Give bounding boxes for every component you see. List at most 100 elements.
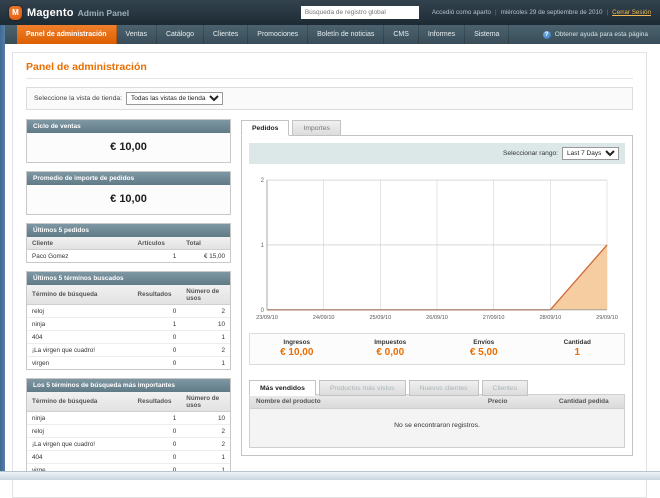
chart-tabs: Pedidos Importes: [241, 119, 633, 136]
nav-item-ventas[interactable]: Ventas: [117, 25, 157, 44]
table-row[interactable]: reloj 0 2: [27, 304, 230, 318]
table-row[interactable]: Paco Gomez 1 € 15,00: [27, 250, 230, 263]
cell-uses: 1: [221, 359, 225, 367]
range-label: Seleccionar rango:: [503, 150, 558, 157]
title-divider: [26, 78, 633, 79]
total-ingresos: Ingresos € 10,00: [250, 339, 344, 358]
table-row[interactable]: 404 0 1: [27, 330, 230, 344]
table-row[interactable]: 404 0 1: [27, 450, 230, 464]
store-view-label: Seleccione la vista de tienda:: [34, 95, 123, 102]
cell-term: ¡La virgen que cuadro!: [27, 343, 133, 357]
cell-uses: 1: [181, 450, 230, 464]
nav-item-dashboard[interactable]: Panel de administración: [17, 25, 117, 44]
last-orders-title: Últimos 5 pedidos: [27, 224, 230, 237]
cell-results: 0: [132, 304, 182, 318]
totals-bar: Ingresos € 10,00 Impuestos € 0,00 Envíos…: [249, 333, 625, 365]
cell-uses: 1: [181, 330, 230, 344]
store-view-select[interactable]: Todas las vistas de tienda: [126, 92, 224, 105]
window-bottom-bar: [0, 471, 660, 480]
nav-item-catalogo[interactable]: Catálogo: [157, 25, 204, 44]
grid-header-row: Nombre del producto Precio Cantidad pedi…: [250, 395, 624, 409]
table-row[interactable]: ninja 1 10: [27, 317, 230, 331]
table-row[interactable]: ninja 1 10: [27, 411, 230, 425]
nav-item-cms[interactable]: CMS: [384, 25, 419, 44]
cell-uses: 2: [181, 437, 230, 451]
products-grid: Nombre del producto Precio Cantidad pedi…: [249, 394, 625, 448]
total-value: € 0,00: [376, 347, 405, 358]
cell-results: 0: [132, 424, 182, 438]
tab-mas-vendidos[interactable]: Más vendidos: [249, 380, 316, 396]
table-row[interactable]: reloj 0 2: [27, 424, 230, 438]
total-label: Envíos: [473, 339, 495, 346]
svg-text:2: 2: [261, 178, 265, 184]
cell-uses: 2: [181, 424, 230, 438]
last-orders-box: Últimos 5 pedidos Cliente Artículos Tota…: [26, 223, 231, 263]
cell-total: € 15,00: [203, 252, 225, 260]
logout-link[interactable]: Cerrar Sesión: [612, 9, 651, 16]
svg-text:0: 0: [261, 308, 265, 314]
lifetime-sales-box: Ciclo de ventas € 10,00: [26, 119, 231, 163]
cell-term: 404: [27, 330, 133, 344]
global-search-input[interactable]: [300, 6, 419, 19]
nav-item-promociones[interactable]: Promociones: [248, 25, 309, 44]
nav-item-informes[interactable]: Informes: [419, 25, 466, 44]
tab-nuevos-clientes[interactable]: Nuevos clientes: [408, 380, 479, 396]
cell-customer: Paco Gomez: [32, 252, 69, 260]
window-left-edge: [0, 25, 5, 471]
column-header-price: Precio: [487, 398, 508, 405]
svg-text:27/09/10: 27/09/10: [483, 315, 505, 321]
column-header: Término de búsqueda: [27, 285, 133, 305]
chart-panel: Seleccionar rango: Last 7 Days 0 1 2 23/09/…: [241, 135, 633, 456]
top-search-terms-title: Los 5 términos de búsqueda más important…: [27, 379, 230, 392]
column-header: Cliente: [27, 237, 133, 250]
cell-uses: 2: [181, 343, 230, 357]
column-header-product: Nombre del producto: [256, 398, 321, 405]
total-envios: Envíos € 5,00: [437, 339, 531, 358]
table-row[interactable]: ¡La virgen que cuadro! 0 2: [27, 343, 230, 357]
tab-clientes[interactable]: Clientes: [481, 380, 529, 396]
help-link[interactable]: ? Obtener ayuda para esta página: [542, 25, 660, 44]
dashboard-right-column: Pedidos Importes Seleccionar rango: Last…: [241, 119, 633, 485]
range-select[interactable]: Last 7 Days: [562, 147, 619, 160]
last-search-terms-title: Últimos 5 términos buscados: [27, 272, 230, 285]
logo-text: Magento: [27, 6, 74, 19]
total-value: € 10,00: [280, 347, 314, 358]
svg-text:25/09/10: 25/09/10: [369, 315, 391, 321]
table-row[interactable]: ¡La virgen que cuadro! 0 2: [27, 437, 230, 451]
column-header: Total: [181, 237, 230, 250]
nav-item-sistema[interactable]: Sistema: [465, 25, 510, 44]
table-header-row: Cliente Artículos Total: [27, 237, 230, 250]
cell-term: ¡La virgen que cuadro!: [27, 437, 133, 451]
total-value: 1: [574, 347, 581, 358]
orders-chart: 0 1 2 23/09/10 24/09/10 25/09/10 26/09/10 27/09…: [251, 174, 623, 324]
total-value: € 5,00: [469, 347, 498, 358]
admin-panel-label: Admin Panel: [77, 8, 130, 18]
table-row[interactable]: virgen 0 1: [27, 357, 230, 370]
total-label: Cantidad: [563, 339, 591, 346]
tab-importes[interactable]: Importes: [292, 120, 341, 136]
cell-term: reloj: [27, 304, 133, 318]
separator: |: [606, 9, 609, 16]
svg-text:29/09/10: 29/09/10: [596, 315, 618, 321]
cell-results: 1: [132, 317, 182, 331]
tab-productos-mas-vistos[interactable]: Productos más vistos: [318, 380, 406, 396]
cell-term: ninja: [27, 317, 133, 331]
cell-term: 404: [27, 450, 133, 464]
table-header-row: Término de búsqueda Resultados Número de…: [27, 392, 230, 412]
column-header: Término de búsqueda: [27, 392, 133, 412]
cell-results: 0: [132, 343, 182, 357]
column-header: Resultados: [132, 285, 182, 305]
last-search-terms-box: Últimos 5 términos buscados Término de b…: [26, 271, 231, 370]
tab-pedidos[interactable]: Pedidos: [241, 120, 290, 136]
cell-results: 0: [132, 437, 182, 451]
current-date-text: miércoles 29 de septiembre de 2010: [500, 9, 603, 16]
nav-item-clientes[interactable]: Clientes: [204, 25, 249, 44]
logged-in-as-text: Accedió como aparto: [431, 9, 491, 16]
grid-empty-message: No se encontraron registros.: [250, 409, 624, 447]
nav-item-boletin[interactable]: Boletín de noticias: [308, 25, 385, 44]
cell-uses: 10: [181, 317, 230, 331]
average-order-box: Promedio de importe de pedidos € 10,00: [26, 171, 231, 215]
cell-results: 0: [172, 359, 177, 367]
total-label: Impuestos: [374, 339, 407, 346]
column-header: Número de usos: [181, 285, 230, 305]
